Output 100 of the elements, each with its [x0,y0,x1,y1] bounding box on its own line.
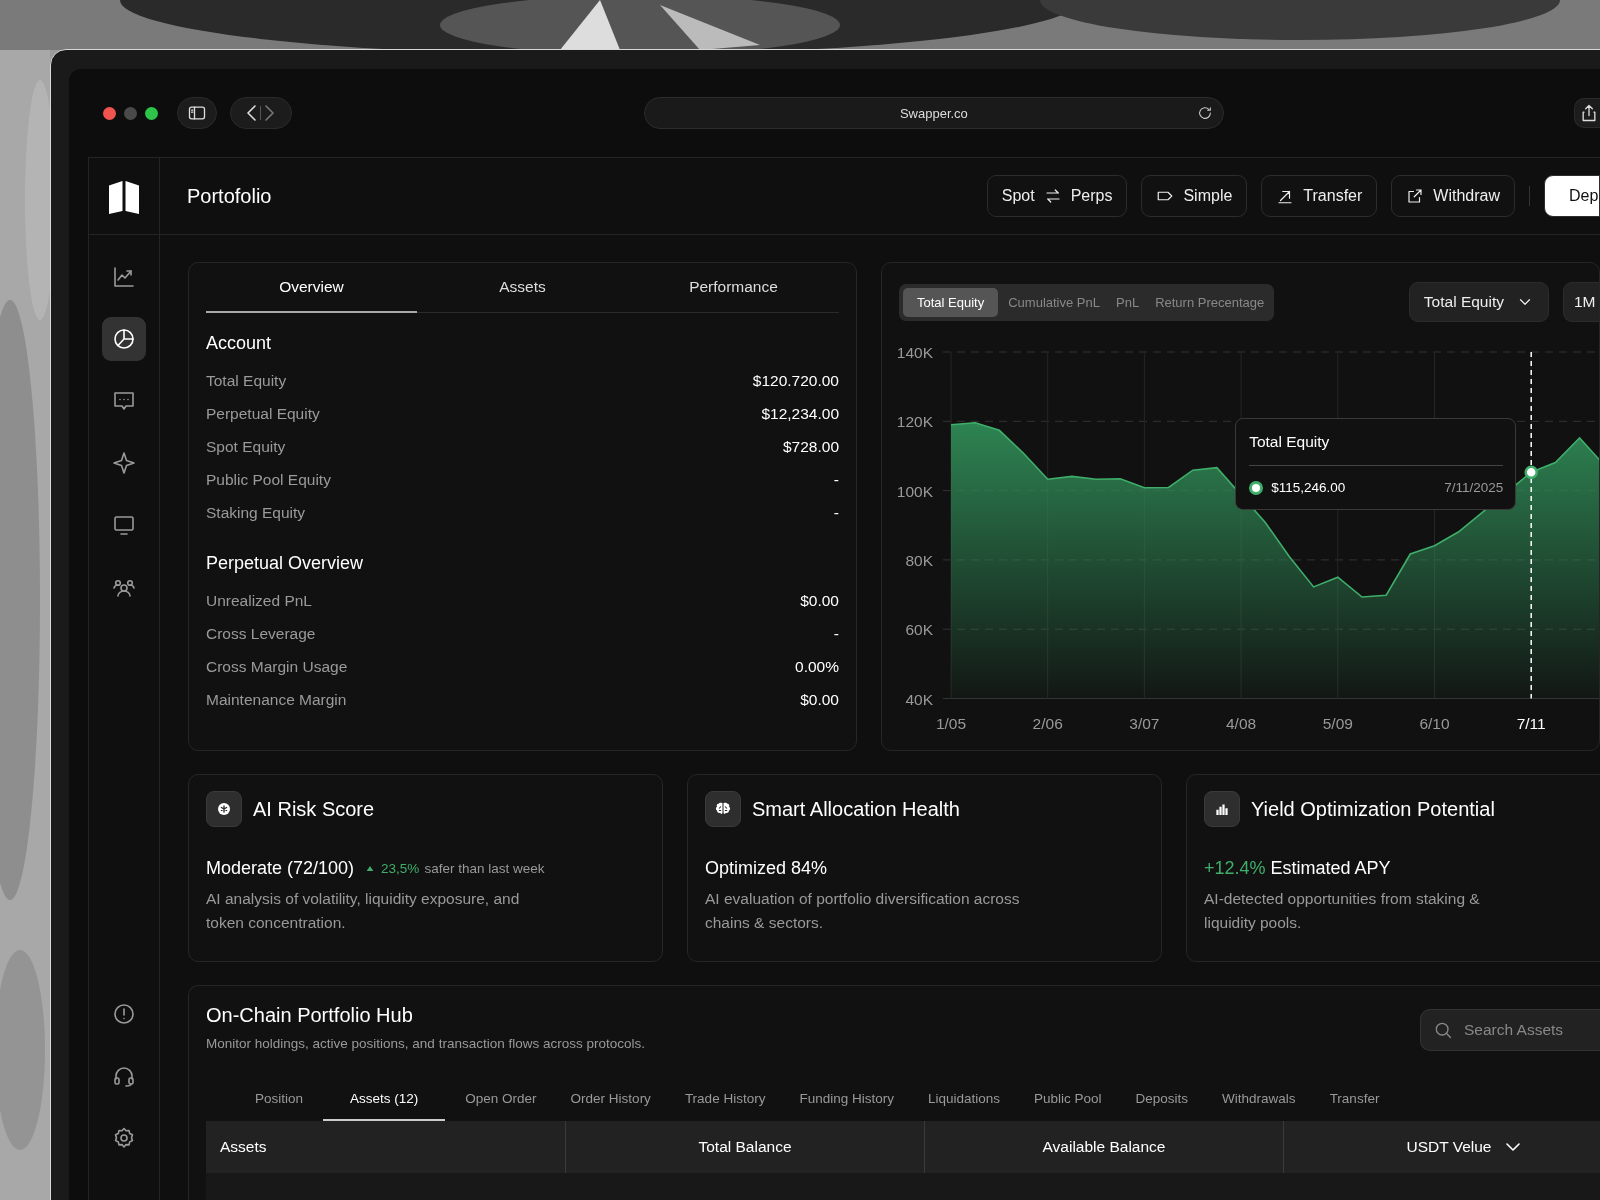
external-link-icon [1406,187,1425,205]
card-title: Smart Allocation Health [752,797,960,821]
x-axis-label: 4/08 [1226,714,1257,732]
x-axis-label: 5/09 [1322,714,1353,732]
card-title: Yield Optimization Potential [1251,797,1495,821]
y-axis-label: 140K [896,344,933,361]
period-button[interactable]: 1M [1563,282,1599,322]
reload-icon [1197,105,1214,121]
score-value: Optimized 84% [705,858,828,879]
headset-icon [112,1064,136,1088]
field-label: Public Pool Equity [206,470,331,489]
score-value: Moderate (72/100) [206,858,355,879]
x-axis-label: 3/07 [1129,714,1160,732]
filter-tab[interactable]: Total Equity [903,287,999,317]
card-description: AI analysis of volatility, liquidity exposure, and token concentration. [206,889,521,933]
chevron-right-icon [265,105,275,121]
perps-label: Perps [1070,187,1113,205]
search-field[interactable]: Search Assets [1420,1009,1600,1051]
field-label: Perpetual Equity [206,404,320,423]
field-label: Unrealized PnL [206,591,312,610]
trend-note: safer than last week [424,861,545,876]
share-button[interactable] [1574,98,1600,128]
close-button[interactable] [103,106,116,120]
tab[interactable]: Transfer [1315,1079,1394,1121]
field-label: Cross Margin Usage [206,657,348,676]
field-value: $120.720.00 [752,371,839,390]
tab[interactable]: Position [241,1079,318,1121]
tab[interactable]: Liquidations [913,1079,1014,1121]
tooltip-title: Total Equity [1249,433,1504,466]
y-axis-label: 80K [905,551,933,569]
field-value: $728.00 [782,437,839,456]
column-header: Assets [219,1137,268,1157]
y-axis-label: 60K [905,621,933,639]
field-value: - [833,503,839,522]
spot-label: Spot [1001,187,1035,205]
forward-button[interactable] [265,105,275,121]
field-value: 0.00% [795,657,839,676]
y-axis-label: 120K [896,413,933,431]
gain-value: +12.4% [1204,858,1266,879]
tab[interactable]: Performance [628,263,839,313]
field-label: Staking Equity [206,503,306,522]
back-button[interactable] [247,105,257,121]
card-description: AI evaluation of portfolio diversification across chains & sectors. [705,889,1021,933]
withdraw-button[interactable]: Withdraw [1391,175,1515,217]
tooltip-date: 7/11/2025 [1444,480,1504,495]
field-value: $0.00 [800,690,839,709]
filter-tab[interactable]: PnL [1110,287,1146,317]
address-bar[interactable]: Swapper.co [643,97,1225,129]
field-label: Cross Leverage [206,624,316,643]
metric-dropdown[interactable]: Total Equity [1408,282,1549,322]
tab[interactable]: Open Order [451,1079,551,1121]
alert-icon [112,1002,136,1026]
filter-tab[interactable]: Cumulative PnL [1002,287,1106,317]
score-value: Estimated APY [1270,858,1391,879]
simple-button[interactable]: Simple [1141,175,1248,217]
message-icon [112,389,136,413]
asterisk-icon [215,800,233,818]
legend-dot [1249,480,1264,495]
x-axis-label: 6/10 [1419,714,1450,732]
section-subtitle: Monitor holdings, active positions, and transaction flows across protocols. [206,1036,645,1051]
field-value: - [833,624,839,643]
section-title: Perpetual Overview [206,553,365,574]
field-label: Spot Equity [206,437,286,456]
sidebar-item[interactable] [102,317,146,361]
search-icon [1433,1020,1453,1040]
settings-icon [112,1126,136,1150]
tooltip-value: $115,246.00 [1271,480,1346,495]
chevron-left-icon [247,105,257,121]
field-label: Maintenance Margin [206,690,347,709]
trend-value: 23,5% [381,861,420,876]
sparkle-icon [112,451,136,475]
maximize-button[interactable] [145,106,158,120]
tab[interactable]: Assets [417,263,628,313]
tab[interactable]: Overview [206,263,417,313]
field-value: $0.00 [800,591,839,610]
deposit-button[interactable]: Dep [1544,175,1600,217]
tab[interactable]: Funding History [785,1079,908,1121]
section-title: Account [206,333,273,354]
y-axis-label: 100K [896,482,933,500]
tab[interactable]: Order History [556,1079,665,1121]
tab[interactable]: Withdrawals [1208,1079,1310,1121]
field-value: - [833,470,839,489]
page-title: Portofolio [187,184,272,208]
tab[interactable]: Deposits [1121,1079,1203,1121]
tab[interactable]: Trade History [670,1079,780,1121]
x-axis-label: 7/11 [1516,714,1546,732]
x-axis-label: 2/06 [1032,714,1063,732]
field-label: Total Equity [206,371,287,390]
field-value: $12,234.00 [761,404,839,423]
pie-chart-icon [112,327,136,351]
sidebar-toggle-button[interactable] [177,97,217,129]
card-title: AI Risk Score [253,797,375,821]
transfer-button[interactable]: Transfer [1261,175,1378,217]
hover-point [1524,465,1538,479]
tab[interactable]: Public Pool [1020,1079,1116,1121]
filter-tab[interactable]: Return Precentage [1149,287,1271,317]
section-title: On-Chain Portfolio Hub [206,1004,414,1027]
monitor-icon [112,513,136,537]
url-text: Swapper.co [899,105,968,121]
spot-perps-toggle[interactable]: Spot Perps [986,175,1128,217]
